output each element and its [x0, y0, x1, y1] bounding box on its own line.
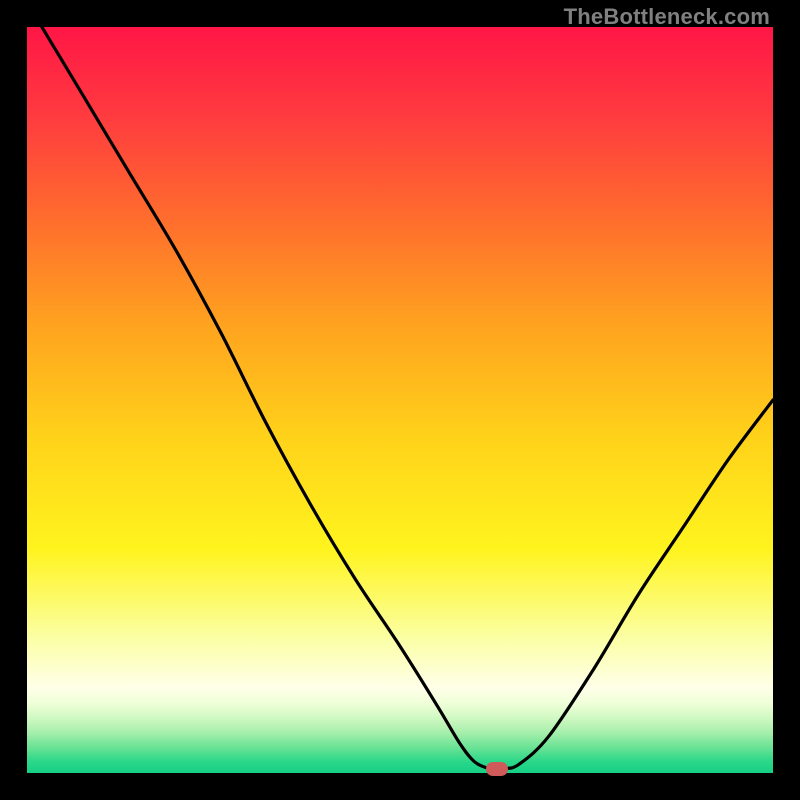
plot-area	[27, 27, 773, 773]
gradient-background	[27, 27, 773, 773]
chart-container: TheBottleneck.com	[0, 0, 800, 800]
current-point-marker	[486, 762, 508, 776]
plot-svg	[27, 27, 773, 773]
